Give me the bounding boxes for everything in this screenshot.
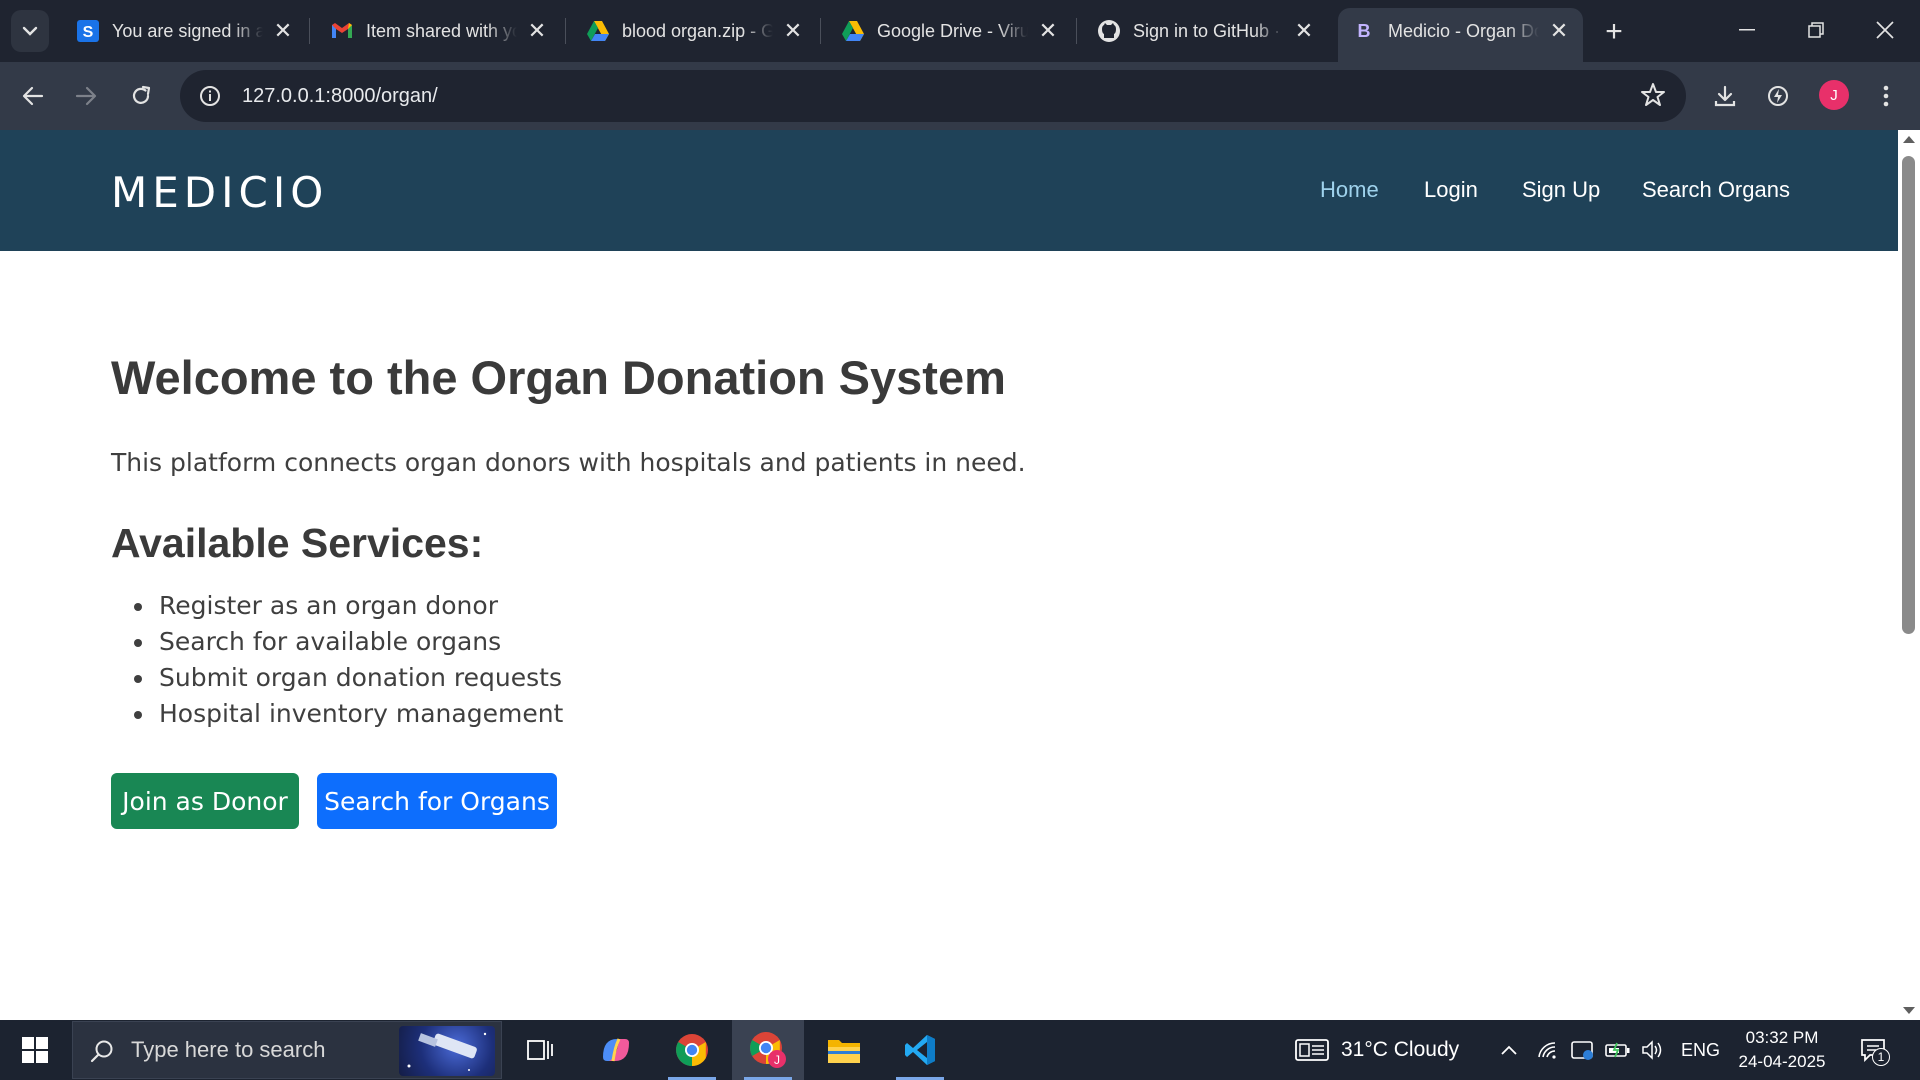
- page-title: Welcome to the Organ Donation System: [111, 351, 1006, 404]
- minimize-icon[interactable]: [1724, 10, 1770, 50]
- copilot-icon[interactable]: [580, 1020, 652, 1080]
- network-icon[interactable]: [1535, 1038, 1561, 1062]
- services-list: Register as an organ donor Search for av…: [133, 588, 563, 732]
- tab-search-button[interactable]: [11, 10, 49, 52]
- github-icon: [1097, 19, 1121, 43]
- battery-icon[interactable]: [1605, 1038, 1631, 1062]
- services-heading: Available Services:: [111, 520, 484, 566]
- tab-github[interactable]: Sign in to GitHub · GitHub ✕: [1083, 8, 1328, 54]
- chrome-icon[interactable]: [656, 1020, 728, 1080]
- restore-icon[interactable]: [1793, 10, 1839, 50]
- tab-divider: [820, 18, 821, 44]
- intro-text: This platform connects organ donors with…: [111, 448, 1026, 477]
- tab-strip: S You are signed in as ✕ Item shared wit…: [0, 0, 1920, 62]
- volume-icon[interactable]: [1640, 1038, 1666, 1062]
- close-icon[interactable]: ✕: [1036, 18, 1060, 43]
- tab-drive-virus[interactable]: Google Drive - Virus scan warning ✕: [827, 8, 1072, 54]
- close-icon[interactable]: ✕: [1547, 18, 1571, 43]
- defender-icon[interactable]: [1570, 1038, 1596, 1062]
- close-icon[interactable]: ✕: [781, 18, 805, 43]
- taskbar-search-box[interactable]: Type here to search: [72, 1021, 502, 1079]
- google-drive-icon: [841, 19, 865, 43]
- taskbar-clock[interactable]: 03:32 PM 24-04-2025: [1722, 1026, 1842, 1074]
- tab-divider: [309, 18, 310, 44]
- notification-count: 1: [1872, 1048, 1890, 1066]
- clock-time: 03:32 PM: [1745, 1028, 1819, 1047]
- weather-icon[interactable]: [1294, 1038, 1330, 1062]
- profile-avatar[interactable]: J: [1819, 80, 1849, 110]
- bootstrap-letter: B: [1358, 21, 1371, 41]
- address-bar[interactable]: 127.0.0.1:8000/organ/: [180, 70, 1686, 122]
- bootstrap-icon: B: [1352, 19, 1376, 43]
- list-item: Register as an organ donor: [133, 588, 563, 624]
- page-viewport: MEDICIO Home Login Sign Up Search Organs…: [0, 130, 1898, 1020]
- nav-home[interactable]: Home: [1320, 177, 1379, 203]
- tab-drive-zip[interactable]: blood organ.zip - Google Drive ✕: [572, 8, 817, 54]
- new-tab-icon[interactable]: +: [1596, 14, 1632, 50]
- reload-icon[interactable]: [123, 78, 159, 114]
- close-icon[interactable]: ✕: [525, 18, 549, 43]
- show-hidden-icons-icon[interactable]: [1496, 1038, 1522, 1062]
- scroll-down-arrow[interactable]: [1903, 1007, 1915, 1014]
- gmail-icon: [330, 19, 354, 43]
- forward-icon[interactable]: [68, 78, 104, 114]
- search-organs-button[interactable]: Search for Organs: [317, 773, 557, 829]
- chrome-profile-letter: J: [774, 1053, 780, 1067]
- list-item: Submit organ donation requests: [133, 660, 563, 696]
- google-drive-icon: [586, 19, 610, 43]
- close-icon[interactable]: ✕: [1292, 18, 1316, 43]
- s-app-icon: S: [76, 19, 100, 43]
- site-info-icon[interactable]: [194, 80, 226, 112]
- list-item: Search for available organs: [133, 624, 563, 660]
- tab-title: Google Drive - Virus scan warning: [877, 20, 1028, 41]
- site-logo[interactable]: MEDICIO: [111, 168, 328, 217]
- nav-signup[interactable]: Sign Up: [1522, 177, 1600, 203]
- tab-title: Medicio - Organ Donation: [1388, 20, 1539, 41]
- page-scrollbar[interactable]: [1898, 130, 1920, 1020]
- close-icon[interactable]: ✕: [271, 18, 295, 43]
- browser-toolbar: 127.0.0.1:8000/organ/ J: [0, 62, 1920, 130]
- clock-date: 24-04-2025: [1738, 1052, 1826, 1071]
- menu-kebab-icon[interactable]: [1868, 78, 1904, 114]
- bookmark-star-icon[interactable]: [1640, 82, 1666, 113]
- chevron-down-icon: [22, 26, 38, 36]
- download-icon[interactable]: [1707, 78, 1743, 114]
- back-icon[interactable]: [15, 78, 51, 114]
- tab-gmail[interactable]: Item shared with you ✕: [316, 8, 561, 54]
- nav-login[interactable]: Login: [1424, 177, 1478, 203]
- tab-title: Sign in to GitHub · GitHub: [1133, 20, 1284, 41]
- vscode-icon[interactable]: [884, 1020, 956, 1080]
- language-indicator[interactable]: ENG: [1681, 1040, 1720, 1061]
- chrome-profile-icon[interactable]: J: [732, 1020, 804, 1080]
- svg-text:S: S: [83, 24, 94, 41]
- list-item: Hospital inventory management: [133, 696, 563, 732]
- nav-search-organs[interactable]: Search Organs: [1642, 177, 1790, 203]
- close-window-icon[interactable]: [1862, 10, 1908, 50]
- notification-icon[interactable]: 1: [1858, 1034, 1890, 1066]
- search-highlight-image: [399, 1026, 495, 1076]
- performance-icon[interactable]: [1760, 78, 1796, 114]
- scroll-thumb[interactable]: [1902, 156, 1915, 634]
- windows-taskbar: Type here to search J 31°C Cloudy ENG 03…: [0, 1020, 1920, 1080]
- tab-title: Item shared with you: [366, 20, 517, 41]
- tab-signed-in[interactable]: S You are signed in as ✕: [62, 8, 307, 54]
- file-explorer-icon[interactable]: [808, 1020, 880, 1080]
- search-icon: [89, 1038, 115, 1069]
- task-view-icon[interactable]: [504, 1020, 576, 1080]
- windows-start-icon[interactable]: [10, 1030, 60, 1070]
- tab-title: You are signed in as: [112, 20, 263, 41]
- taskbar-search-placeholder: Type here to search: [131, 1037, 326, 1062]
- site-header: MEDICIO Home Login Sign Up Search Organs: [0, 130, 1898, 251]
- tab-medicio[interactable]: B Medicio - Organ Donation ✕: [1338, 8, 1583, 62]
- tab-title: blood organ.zip - Google Drive: [622, 20, 773, 41]
- url-text[interactable]: 127.0.0.1:8000/organ/: [242, 85, 438, 108]
- scroll-up-arrow[interactable]: [1903, 136, 1915, 143]
- tab-divider: [1076, 18, 1077, 44]
- tab-divider: [565, 18, 566, 44]
- weather-text[interactable]: 31°C Cloudy: [1341, 1038, 1459, 1062]
- join-donor-button[interactable]: Join as Donor: [111, 773, 299, 829]
